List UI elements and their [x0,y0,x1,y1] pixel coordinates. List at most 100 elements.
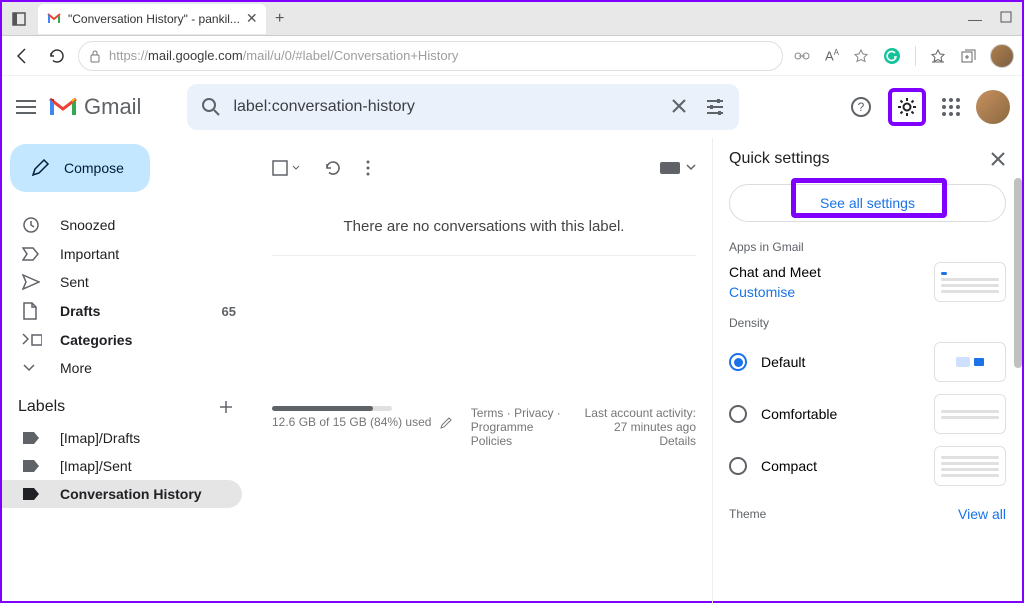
labels-title: Labels [18,398,65,416]
policies-link[interactable]: Programme Policies [471,420,534,448]
close-settings-icon[interactable] [990,151,1006,167]
customise-link[interactable]: Customise [729,284,821,300]
clock-icon [22,216,42,234]
sidebar-item-snoozed[interactable]: Snoozed [2,210,256,240]
url-box[interactable]: https://mail.google.com/mail/u/0/#label/… [78,41,783,71]
quick-settings-panel: Quick settings See all settings Apps in … [712,138,1022,605]
svg-text:?: ? [858,100,865,114]
text-size-icon[interactable]: AA [825,48,839,63]
density-preview-icon [934,342,1006,382]
density-compact[interactable]: Compact [729,446,1006,486]
more-icon[interactable] [366,159,370,177]
sidebar-label: Sent [60,274,89,290]
compose-button[interactable]: Compose [10,144,150,192]
radio-icon[interactable] [729,353,747,371]
sidebar-item-important[interactable]: Important [2,240,256,268]
window-controls: — [968,11,1022,27]
url-text: https://mail.google.com/mail/u/0/#label/… [109,48,458,63]
divider [915,46,916,66]
gmail-logo[interactable]: Gmail [48,94,141,120]
gmail-favicon-icon [46,11,62,27]
lock-icon [89,49,101,63]
density-default[interactable]: Default [729,342,1006,382]
sidebar-item-more[interactable]: More [2,354,256,382]
radio-icon[interactable] [729,405,747,423]
density-comfortable[interactable]: Comfortable [729,394,1006,434]
chat-meet-label: Chat and Meet [729,264,821,280]
edit-storage-icon[interactable] [439,416,453,430]
link-icon[interactable] [793,49,811,63]
pencil-icon [30,158,50,178]
radio-icon[interactable] [729,457,747,475]
empty-state-text: There are no conversations with this lab… [272,218,696,256]
apps-icon[interactable] [942,98,960,116]
favorite-icon[interactable] [853,48,869,64]
details-link[interactable]: Details [585,434,696,448]
gear-icon[interactable] [896,96,918,118]
label-imap-sent[interactable]: [Imap]/Sent [2,452,256,480]
favorites-list-icon[interactable] [930,48,946,64]
chevron-down-icon[interactable] [686,164,696,172]
grammarly-icon[interactable] [883,47,901,65]
chat-preview-icon [934,262,1006,302]
mail-footer: 12.6 GB of 15 GB (84%) used Terms · Priv… [272,406,696,448]
clear-search-icon[interactable] [671,98,687,114]
gmail-logo-text: Gmail [84,94,141,120]
collections-icon[interactable] [960,48,976,64]
select-all-checkbox[interactable] [272,160,300,176]
add-label-icon[interactable] [218,399,234,415]
sidebar-label: Categories [60,332,132,348]
sidebar-item-drafts[interactable]: Drafts 65 [2,296,256,326]
label-text: [Imap]/Drafts [60,430,140,446]
search-options-icon[interactable] [705,98,725,116]
label-conversation-history[interactable]: Conversation History [2,480,242,508]
input-tools-icon[interactable] [660,162,680,174]
search-input[interactable] [233,98,659,116]
labels-header: Labels [2,382,256,424]
send-icon [22,274,42,290]
theme-header: Theme [729,507,766,521]
important-icon [22,247,42,261]
support-icon[interactable]: ? [850,96,872,118]
label-text: [Imap]/Sent [60,458,132,474]
density-header: Density [729,316,1006,330]
refresh-button[interactable] [44,44,68,68]
sidebar-label: Drafts [60,303,100,319]
gmail-logo-icon [48,95,78,119]
sidebar-item-sent[interactable]: Sent [2,268,256,296]
mail-toolbar [272,148,696,188]
refresh-icon[interactable] [324,159,342,177]
search-box[interactable] [187,84,739,130]
label-imap-drafts[interactable]: [Imap]/Drafts [2,424,256,452]
density-label: Default [761,354,805,370]
footer-links: Terms · Privacy · Programme Policies [471,406,567,448]
mail-panel: There are no conversations with this lab… [256,138,712,605]
density-preview-icon [934,394,1006,434]
privacy-link[interactable]: Privacy [514,406,553,420]
view-all-themes-link[interactable]: View all [958,506,1006,522]
main-menu-button[interactable] [14,95,38,119]
browser-tab[interactable]: "Conversation History" - pankil... ✕ [38,4,266,34]
sidebar: Compose Snoozed Important Sent Drafts 65… [2,138,256,605]
search-icon[interactable] [201,97,221,117]
sidebar-item-categories[interactable]: Categories [2,326,256,354]
terms-link[interactable]: Terms [471,406,504,420]
back-button[interactable] [10,44,34,68]
account-avatar[interactable] [976,90,1010,124]
address-bar: https://mail.google.com/mail/u/0/#label/… [2,36,1022,76]
profile-avatar[interactable] [990,44,1014,68]
close-tab-icon[interactable]: ✕ [246,10,258,27]
density-label: Compact [761,458,817,474]
activity-time: 27 minutes ago [585,420,696,434]
tabs-overview-icon[interactable] [2,2,36,36]
new-tab-button[interactable]: + [266,5,294,33]
apps-section-header: Apps in Gmail [729,240,1006,254]
scrollbar[interactable] [1014,178,1022,368]
density-label: Comfortable [761,406,837,422]
maximize-icon[interactable] [1000,11,1012,27]
compose-label: Compose [64,160,124,176]
settings-title: Quick settings [729,150,829,168]
settings-highlight [888,88,926,126]
sidebar-label: Important [60,246,119,262]
minimize-icon[interactable]: — [968,11,982,27]
